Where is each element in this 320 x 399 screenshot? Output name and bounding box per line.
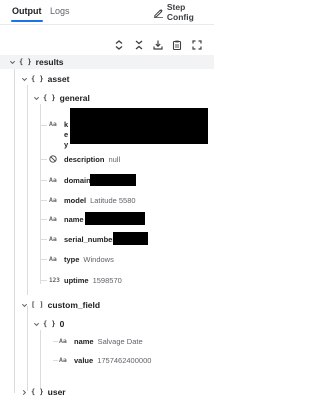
node-key: custom_field (47, 300, 101, 310)
object-icon: { } (43, 94, 56, 102)
expand-all-button[interactable] (112, 38, 126, 52)
tree-node-results[interactable]: { } results (0, 55, 214, 69)
node-key: description (64, 154, 105, 164)
header-divider (0, 24, 214, 25)
toolbar (0, 38, 214, 52)
object-icon: { } (31, 75, 44, 83)
collapse-all-button[interactable] (132, 38, 146, 52)
object-icon: { } (43, 320, 56, 328)
string-type-icon: Aa (59, 337, 67, 345)
node-key: domain (64, 175, 91, 185)
tree-node-asset[interactable]: { } asset (0, 72, 214, 86)
string-type-icon: Aa (49, 255, 57, 263)
tree-node-custom-field[interactable]: [ ] custom_field (0, 298, 214, 312)
node-value: Windows (83, 254, 114, 264)
download-button[interactable] (151, 38, 165, 52)
step-config-label: Step Config (166, 2, 194, 22)
chevron-down-icon[interactable] (20, 301, 28, 309)
fullscreen-button[interactable] (190, 38, 204, 52)
redacted-value (85, 212, 145, 225)
tree-node-general[interactable]: { } general (0, 91, 214, 105)
node-value: null (108, 154, 121, 164)
node-key: value (74, 355, 94, 365)
node-value: 1598570 (92, 275, 122, 285)
chevron-down-icon[interactable] (32, 320, 40, 328)
collapse-icon (135, 40, 143, 50)
tree-leaf-cf-name[interactable]: Aa name Salvage Date (0, 335, 214, 347)
node-key: uptime (64, 275, 89, 285)
string-type-icon: Aa (49, 176, 57, 184)
tree-leaf-uptime[interactable]: 123 uptime 1598570 (0, 274, 214, 286)
number-type-icon: 123 (49, 276, 60, 284)
string-type-icon: Aa (59, 356, 67, 364)
step-config-button[interactable]: Step Config (153, 2, 214, 22)
string-type-icon: Aa (49, 235, 57, 243)
copy-button[interactable] (170, 38, 184, 52)
tab-logs[interactable]: Logs (50, 6, 70, 16)
string-type-icon: Aa (49, 215, 57, 223)
edit-icon (153, 8, 163, 18)
redacted-value (70, 108, 208, 144)
tab-output[interactable]: Output (11, 6, 42, 22)
node-value: 1757462400000 (97, 355, 152, 365)
tree-node-index-0[interactable]: { } 0 (0, 317, 214, 331)
object-icon: { } (19, 58, 32, 66)
node-key: name (74, 336, 94, 346)
null-icon (49, 155, 61, 163)
fullscreen-icon (192, 40, 202, 50)
node-key: type (64, 254, 80, 264)
node-key: general (59, 93, 90, 103)
clipboard-icon (172, 40, 182, 50)
chevron-down-icon[interactable] (20, 75, 28, 83)
string-type-icon: Aa (49, 196, 57, 204)
node-key: serial_number (64, 234, 116, 244)
redacted-value (90, 174, 136, 186)
string-type-icon: Aa (49, 120, 57, 128)
redacted-value (113, 232, 148, 245)
panel-header: Output Logs Step Config (0, 0, 214, 26)
tree-leaf-serial-number[interactable]: Aa serial_number (0, 233, 214, 245)
node-key: name (64, 214, 84, 224)
node-value: Latitude 5580 (90, 195, 136, 205)
tree-node-user[interactable]: { } user (0, 385, 214, 399)
tree-leaf-model[interactable]: Aa model Latitude 5580 (0, 194, 214, 206)
node-key: user (47, 387, 66, 397)
node-key: asset (47, 74, 70, 84)
node-key: results (35, 57, 64, 67)
node-key: model (64, 195, 87, 205)
chevron-right-icon[interactable] (20, 388, 28, 396)
tree-leaf-cf-value[interactable]: Aa value 1757462400000 (0, 354, 214, 366)
node-value: Salvage Date (97, 336, 143, 346)
chevron-down-icon[interactable] (32, 94, 40, 102)
tree-leaf-description[interactable]: description null (0, 153, 214, 165)
node-key: 0 (59, 319, 65, 329)
node-key: y (64, 139, 69, 149)
download-icon (153, 40, 163, 50)
object-icon: { } (31, 388, 44, 396)
chevron-down-icon[interactable] (8, 58, 16, 66)
expand-icon (115, 40, 123, 50)
tree-leaf-type[interactable]: Aa type Windows (0, 253, 214, 265)
array-icon: [ ] (31, 301, 44, 309)
